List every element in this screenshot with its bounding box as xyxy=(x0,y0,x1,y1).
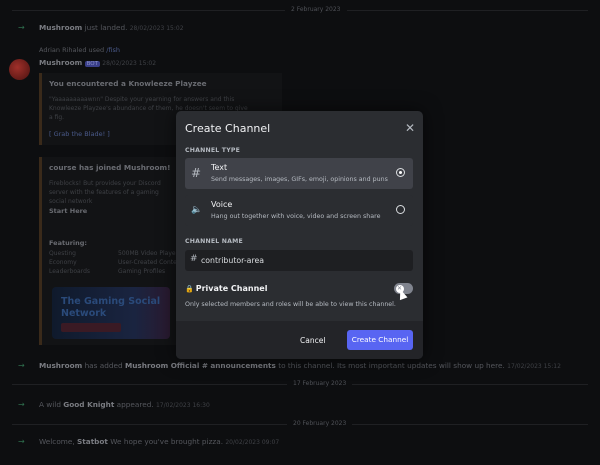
option-description: Hang out together with voice, video and … xyxy=(211,213,381,220)
lock-icon: 🔒 xyxy=(185,285,194,293)
hash-icon: # xyxy=(191,166,202,180)
private-channel-label: 🔒 Private Channel xyxy=(185,284,268,293)
channel-name-label: CHANNEL NAME xyxy=(185,238,243,245)
embed-link[interactable]: [ Grab the Blade! ] xyxy=(49,130,110,138)
embed-subtitle: Start Here xyxy=(49,207,88,215)
close-icon[interactable]: ✕ xyxy=(405,121,415,135)
option-description: Send messages, images, GIFs, emoji, opin… xyxy=(211,176,388,183)
embed-text: Fireblocks! But provides your Discord se… xyxy=(49,180,161,205)
feature-item: Economy xyxy=(49,259,77,266)
radio-selected-icon[interactable] xyxy=(396,168,405,177)
date-divider-label: 20 February 2023 xyxy=(287,420,353,427)
speaker-icon: 🔈 xyxy=(191,205,203,215)
cancel-button[interactable]: Cancel xyxy=(300,336,325,345)
system-message: A wild Good Knight appeared. 17/02/2023 … xyxy=(39,400,210,409)
channel-type-text-option[interactable]: # Text Send messages, images, GIFs, emoj… xyxy=(185,158,413,189)
system-message: Mushroom has added Mushroom Official # a… xyxy=(39,361,561,370)
channel-type-voice-option[interactable]: 🔈 Voice Hang out together with voice, vi… xyxy=(185,195,413,226)
date-divider-label: 17 February 2023 xyxy=(287,380,353,387)
option-name: Voice xyxy=(211,200,233,209)
create-channel-modal: Create Channel ✕ CHANNEL TYPE # Text Sen… xyxy=(176,111,423,359)
join-arrow-icon: → xyxy=(18,361,25,370)
promo-title: The Gaming Social Network xyxy=(61,296,161,319)
join-arrow-icon: → xyxy=(18,400,25,409)
date-divider-label: 2 February 2023 xyxy=(285,6,347,13)
option-name: Text xyxy=(211,163,228,172)
command-usage: Adrian Rihaled used /fish xyxy=(39,46,121,54)
feature-item: Leaderboards xyxy=(49,268,91,275)
join-arrow-icon: → xyxy=(18,437,25,446)
embed-title: You encountered a Knowleeze Playzee xyxy=(49,79,207,88)
radio-unselected-icon[interactable] xyxy=(396,205,405,214)
modal-title: Create Channel xyxy=(185,122,271,135)
channel-name-field[interactable]: # xyxy=(185,250,413,271)
hash-icon: # xyxy=(190,254,198,264)
private-channel-hint: Only selected members and roles will be … xyxy=(185,301,396,308)
create-channel-button[interactable]: Create Channel xyxy=(347,330,413,350)
system-message: Welcome, Statbot We hope you've brought … xyxy=(39,437,280,446)
embed-title: course has joined Mushroom! xyxy=(49,163,171,172)
channel-name-input[interactable] xyxy=(201,253,401,267)
promo-image[interactable]: The Gaming Social Network xyxy=(52,287,170,339)
promo-badge xyxy=(61,323,121,332)
join-arrow-icon: → xyxy=(18,23,25,32)
avatar[interactable] xyxy=(9,59,30,80)
feature-item: User-Created Content xyxy=(118,259,183,266)
features-heading: Featuring: xyxy=(49,239,88,247)
feature-item: Gaming Profiles xyxy=(118,268,166,275)
message-header: Mushroom BOT 28/02/2023 15:02 xyxy=(39,58,157,67)
system-message: Mushroom just landed. 28/02/2023 15:02 xyxy=(39,23,184,32)
feature-item: Questing xyxy=(49,250,76,257)
feature-item: 500MB Video Player xyxy=(118,250,179,257)
channel-type-label: CHANNEL TYPE xyxy=(185,147,241,154)
